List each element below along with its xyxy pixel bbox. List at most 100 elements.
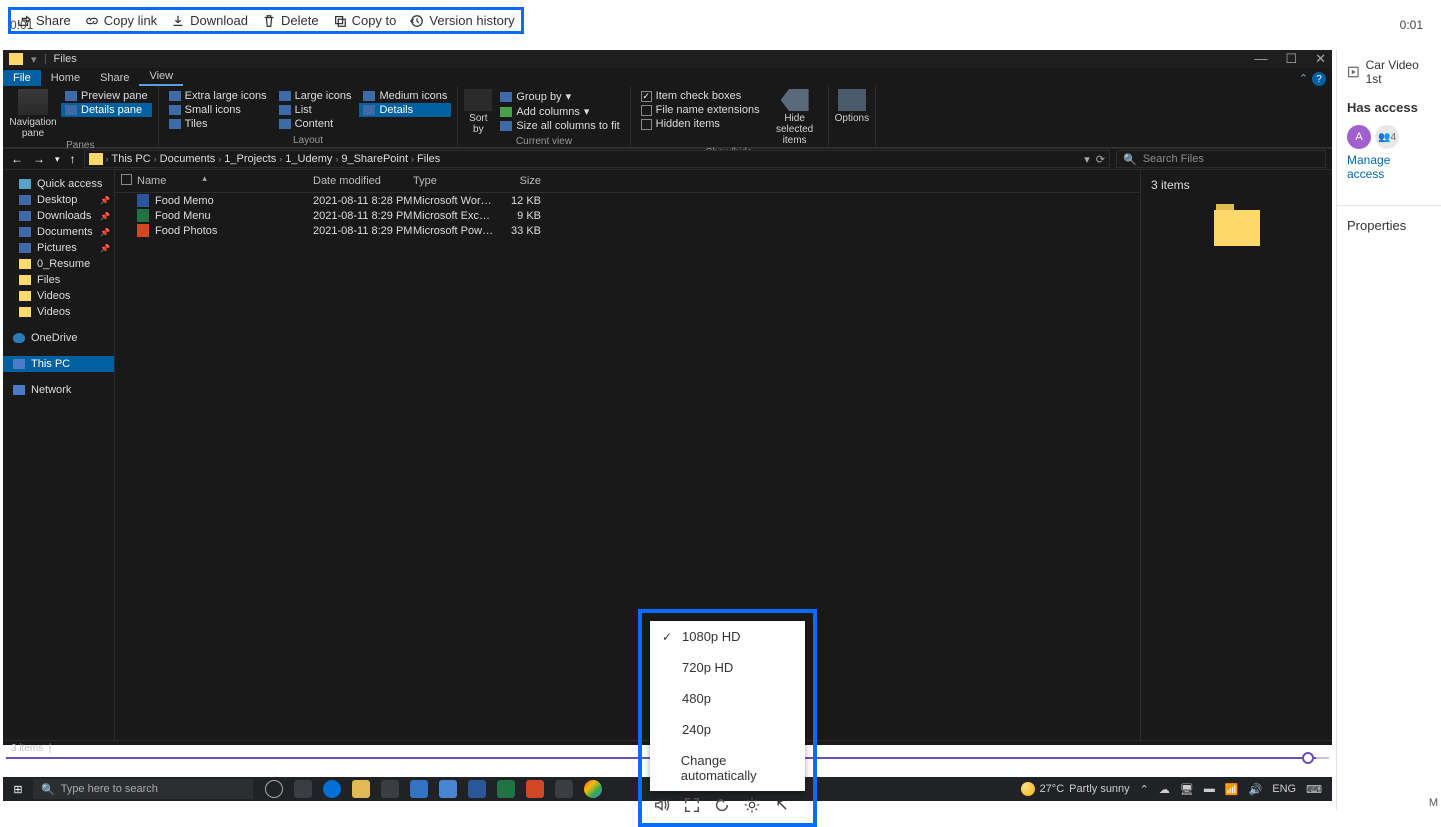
task-excel[interactable]	[497, 780, 515, 798]
sidebar-files[interactable]: Files	[3, 272, 114, 288]
task-app-2[interactable]	[439, 780, 457, 798]
sidebar-onedrive[interactable]: OneDrive	[3, 330, 114, 346]
column-type[interactable]: Type	[413, 175, 495, 187]
help-button[interactable]: ?	[1312, 72, 1326, 86]
tab-file[interactable]: File	[3, 70, 41, 86]
nav-up[interactable]: ↑	[68, 152, 78, 166]
preview-pane-button[interactable]: Preview pane	[61, 89, 152, 103]
tray-wifi-icon[interactable]: 📶	[1225, 783, 1239, 796]
task-powerpoint[interactable]	[526, 780, 544, 798]
sidebar-videos-2[interactable]: Videos	[3, 304, 114, 320]
tray-volume-icon[interactable]: 🔊	[1249, 783, 1263, 796]
tray-battery-icon[interactable]: ▬	[1204, 783, 1215, 795]
quality-auto[interactable]: ✓Change automatically	[650, 745, 805, 791]
file-row[interactable]: Food Memo2021-08-11 8:28 PMMicrosoft Wor…	[115, 193, 1140, 208]
column-name[interactable]: Name▴	[137, 175, 313, 187]
layout-tiles[interactable]: Tiles	[165, 117, 271, 131]
task-cortana[interactable]	[265, 780, 283, 798]
download-button[interactable]: Download	[171, 13, 248, 28]
tray-display-icon[interactable]: 🖥	[1180, 783, 1194, 796]
replay-button[interactable]	[712, 795, 732, 815]
version-history-button[interactable]: Version history	[410, 13, 514, 28]
column-date[interactable]: Date modified	[313, 175, 413, 187]
minimize-button[interactable]: —	[1254, 51, 1267, 67]
size-columns-button[interactable]: Size all columns to fit	[496, 119, 623, 133]
settings-button[interactable]	[742, 795, 762, 815]
taskbar-search[interactable]: 🔍 Type here to search	[33, 779, 253, 799]
sidebar-this-pc[interactable]: This PC	[3, 356, 114, 372]
item-check-boxes-toggle[interactable]: ✓Item check boxes	[637, 89, 764, 103]
quality-240p[interactable]: ✓240p	[650, 714, 805, 745]
column-size[interactable]: Size	[495, 175, 549, 187]
layout-details[interactable]: Details	[359, 103, 451, 117]
hidden-items-toggle[interactable]: Hidden items	[637, 117, 764, 131]
corner-letter: M	[1429, 797, 1438, 809]
manage-access-link[interactable]: Manage access	[1347, 153, 1431, 181]
tab-view[interactable]: View	[139, 68, 183, 86]
expand-ribbon-button[interactable]: ⌃	[1299, 72, 1308, 86]
word-file-icon	[137, 194, 149, 207]
file-extensions-toggle[interactable]: File name extensions	[637, 103, 764, 117]
task-app-1[interactable]	[410, 780, 428, 798]
layout-large-icons[interactable]: Large icons	[275, 89, 356, 103]
details-pane-button[interactable]: Details pane	[61, 103, 152, 117]
item-details-panel: Car Video 1st Has access A 👥4 Manage acc…	[1336, 50, 1441, 810]
tray-cloud-icon[interactable]: ☁	[1159, 783, 1170, 796]
task-taskview[interactable]	[294, 780, 312, 798]
sidebar-documents[interactable]: Documents📌	[3, 224, 114, 240]
sidebar-quick-access[interactable]: Quick access	[3, 176, 114, 192]
quality-1080p[interactable]: ✓1080p HD	[650, 621, 805, 652]
volume-button[interactable]	[652, 795, 672, 815]
quality-480p[interactable]: ✓480p	[650, 683, 805, 714]
file-row[interactable]: Food Photos2021-08-11 8:29 PMMicrosoft P…	[115, 223, 1140, 238]
refresh-button[interactable]: ⟳	[1096, 153, 1105, 166]
group-by-button[interactable]: Group by ▾	[496, 89, 623, 104]
task-edge[interactable]	[323, 780, 341, 798]
fullscreen-button[interactable]	[682, 795, 702, 815]
add-columns-button[interactable]: Add columns ▾	[496, 104, 623, 119]
start-button[interactable]: ⊞	[3, 783, 33, 796]
copy-to-button[interactable]: Copy to	[333, 13, 397, 28]
layout-content[interactable]: Content	[275, 117, 356, 131]
sidebar-downloads[interactable]: Downloads📌	[3, 208, 114, 224]
sidebar-network[interactable]: Network	[3, 382, 114, 398]
sort-by-button[interactable]: Sort by	[464, 113, 492, 135]
sidebar-videos[interactable]: Videos	[3, 288, 114, 304]
task-app-3[interactable]	[555, 780, 573, 798]
breadcrumb-bar[interactable]: › This PC› Documents› 1_Projects› 1_Udem…	[84, 150, 1110, 168]
quality-720p[interactable]: ✓720p HD	[650, 652, 805, 683]
nav-forward[interactable]: →	[31, 152, 47, 166]
options-button[interactable]: Options	[835, 113, 869, 124]
system-tray: 27°C Partly sunny ⌃ ☁ 🖥 ▬ 📶 🔊 ENG ⌨	[1021, 782, 1332, 796]
tray-chevron[interactable]: ⌃	[1140, 783, 1149, 796]
layout-medium-icons[interactable]: Medium icons	[359, 89, 451, 103]
layout-xl-icons[interactable]: Extra large icons	[165, 89, 271, 103]
maximize-button[interactable]: ☐	[1285, 51, 1297, 67]
task-explorer[interactable]	[352, 780, 370, 798]
sidebar-resume[interactable]: 0_Resume	[3, 256, 114, 272]
sidebar-desktop[interactable]: Desktop📌	[3, 192, 114, 208]
hide-selected-button[interactable]: Hide selected items	[768, 113, 822, 146]
task-word[interactable]	[468, 780, 486, 798]
tab-home[interactable]: Home	[41, 70, 90, 86]
sidebar-pictures[interactable]: Pictures📌	[3, 240, 114, 256]
layout-small-icons[interactable]: Small icons	[165, 103, 271, 117]
file-row[interactable]: Food Menu2021-08-11 8:29 PMMicrosoft Exc…	[115, 208, 1140, 223]
layout-list[interactable]: List	[275, 103, 356, 117]
delete-button[interactable]: Delete	[262, 13, 319, 28]
copy-link-button[interactable]: Copy link	[85, 13, 157, 28]
nav-recent[interactable]: ▾	[53, 154, 62, 165]
tray-ime-icon[interactable]: ⌨	[1306, 783, 1322, 796]
crumb-dropdown[interactable]: ▾	[1084, 153, 1090, 166]
weather-widget[interactable]: 27°C Partly sunny	[1021, 782, 1130, 796]
select-all-checkbox[interactable]	[121, 174, 132, 185]
task-store[interactable]	[381, 780, 399, 798]
close-button[interactable]: ✕	[1315, 51, 1326, 67]
task-app-4[interactable]	[584, 780, 602, 798]
nav-back[interactable]: ←	[9, 152, 25, 166]
tray-language[interactable]: ENG	[1272, 783, 1296, 795]
tab-share[interactable]: Share	[90, 70, 139, 86]
navigation-pane-button[interactable]: Navigation pane	[9, 117, 57, 139]
search-box[interactable]: 🔍 Search Files	[1116, 150, 1326, 168]
progress-thumb[interactable]	[1302, 752, 1314, 764]
